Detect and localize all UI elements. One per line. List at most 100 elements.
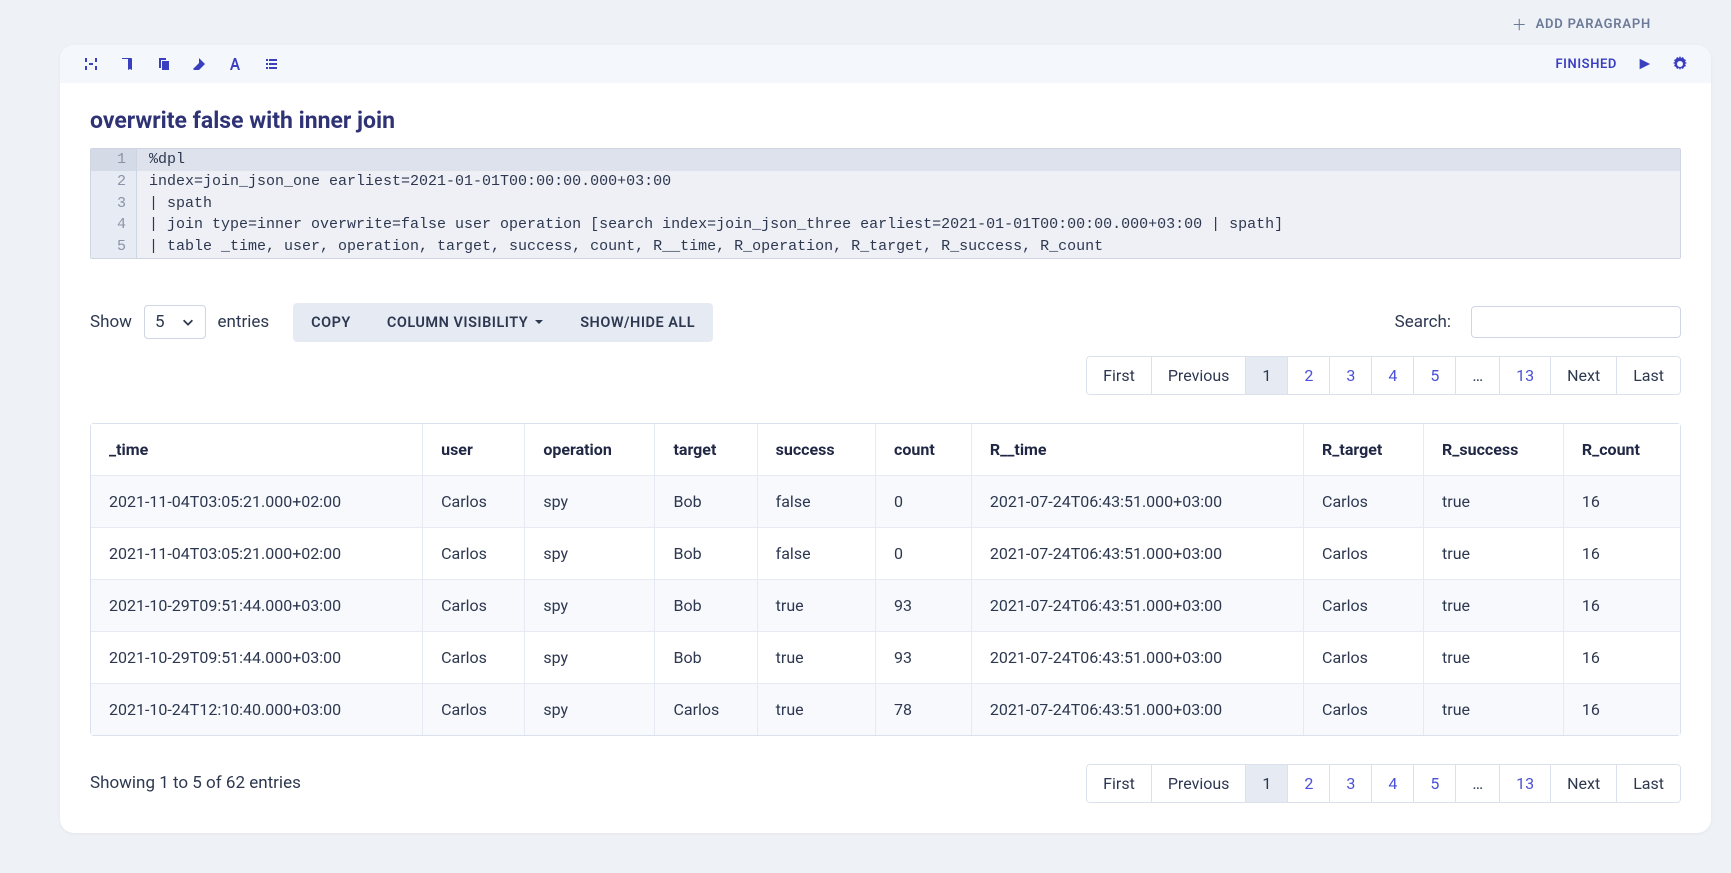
page-size-value: 5 (155, 312, 165, 332)
table-cell: Bob (655, 476, 757, 528)
eraser-icon[interactable] (190, 55, 208, 73)
table-cell: Bob (655, 528, 757, 580)
pager-next[interactable]: Next (1551, 765, 1617, 802)
pager-next[interactable]: Next (1551, 357, 1617, 394)
pager-bottom: FirstPrevious12345…13NextLast (1086, 764, 1681, 803)
show-label: Show (90, 312, 132, 332)
table-cell: 16 (1564, 528, 1680, 580)
pager-last[interactable]: Last (1617, 765, 1680, 802)
column-visibility-button[interactable]: COLUMN VISIBILITY (369, 303, 562, 342)
table-cell: spy (525, 528, 655, 580)
page-size-select[interactable]: 5 (144, 305, 206, 339)
table-cell: Carlos (1304, 476, 1424, 528)
column-header[interactable]: _time (91, 424, 423, 476)
table-cell: 2021-10-29T09:51:44.000+03:00 (91, 632, 423, 684)
table-cell: 16 (1564, 684, 1680, 735)
table-cell: Carlos (423, 684, 525, 735)
paragraph-title: overwrite false with inner join (90, 107, 1681, 134)
table-cell: 2021-07-24T06:43:51.000+03:00 (972, 528, 1304, 580)
table-cell: Carlos (423, 580, 525, 632)
entries-label: entries (218, 312, 270, 332)
pager-last[interactable]: Last (1617, 357, 1680, 394)
table-cell: true (1424, 580, 1564, 632)
paragraph-card: FINISHED overwrite false with inner join… (60, 45, 1711, 833)
add-paragraph-label: ADD PARAGRAPH (1536, 17, 1651, 32)
copy-icon[interactable] (154, 55, 172, 73)
table-cell: Carlos (423, 476, 525, 528)
gear-icon[interactable] (1671, 55, 1689, 73)
font-icon[interactable] (226, 55, 244, 73)
column-header[interactable]: R__time (972, 424, 1304, 476)
column-header[interactable]: operation (525, 424, 655, 476)
collapse-icon[interactable] (82, 55, 100, 73)
table-cell: Carlos (423, 528, 525, 580)
table-cell: Carlos (1304, 528, 1424, 580)
column-header[interactable]: success (758, 424, 876, 476)
table-cell: 93 (876, 580, 972, 632)
table-cell: false (758, 476, 876, 528)
table-cell: 2021-10-29T09:51:44.000+03:00 (91, 580, 423, 632)
pager-top: FirstPrevious12345…13NextLast (1086, 356, 1681, 395)
pager-first[interactable]: First (1087, 765, 1152, 802)
run-icon[interactable] (1635, 55, 1653, 73)
pager-first[interactable]: First (1087, 357, 1152, 394)
list-icon[interactable] (262, 55, 280, 73)
table-row: 2021-10-29T09:51:44.000+03:00CarlosspyBo… (91, 580, 1680, 632)
table-cell: Bob (655, 632, 757, 684)
pager-page-5[interactable]: 5 (1414, 765, 1456, 802)
add-paragraph-button[interactable]: ＋ ADD PARAGRAPH (1512, 14, 1651, 35)
column-header[interactable]: count (876, 424, 972, 476)
column-header[interactable]: R_count (1564, 424, 1680, 476)
pager-previous[interactable]: Previous (1152, 765, 1247, 802)
search-label: Search: (1395, 312, 1451, 332)
column-header[interactable]: user (423, 424, 525, 476)
table-cell: true (758, 684, 876, 735)
table-row: 2021-10-29T09:51:44.000+03:00CarlosspyBo… (91, 632, 1680, 684)
table-cell: 16 (1564, 632, 1680, 684)
table-cell: 2021-07-24T06:43:51.000+03:00 (972, 632, 1304, 684)
column-header[interactable]: R_target (1304, 424, 1424, 476)
pager-page-4[interactable]: 4 (1372, 357, 1414, 394)
pager-page-13[interactable]: 13 (1500, 357, 1551, 394)
table-cell: 78 (876, 684, 972, 735)
table-cell: spy (525, 476, 655, 528)
column-header[interactable]: R_success (1424, 424, 1564, 476)
table-cell: Carlos (423, 632, 525, 684)
code-editor[interactable]: 1%dpl2index=join_json_one earliest=2021-… (90, 148, 1681, 259)
show-hide-all-button[interactable]: SHOW/HIDE ALL (562, 303, 713, 342)
table-row: 2021-11-04T03:05:21.000+02:00CarlosspyBo… (91, 476, 1680, 528)
pager-page-1[interactable]: 1 (1246, 765, 1288, 802)
pager-page-13[interactable]: 13 (1500, 765, 1551, 802)
table-cell: 2021-07-24T06:43:51.000+03:00 (972, 580, 1304, 632)
table-cell: 16 (1564, 476, 1680, 528)
table-row: 2021-11-04T03:05:21.000+02:00CarlosspyBo… (91, 528, 1680, 580)
table-cell: spy (525, 684, 655, 735)
pager-ellipsis: … (1456, 357, 1500, 394)
table-cell: Carlos (1304, 580, 1424, 632)
pager-previous[interactable]: Previous (1152, 357, 1247, 394)
table-cell: true (1424, 528, 1564, 580)
pager-page-2[interactable]: 2 (1288, 765, 1330, 802)
table-cell: 2021-10-24T12:10:40.000+03:00 (91, 684, 423, 735)
copy-button[interactable]: COPY (293, 303, 369, 342)
pager-page-3[interactable]: 3 (1330, 765, 1372, 802)
pager-page-1[interactable]: 1 (1246, 357, 1288, 394)
table-cell: true (758, 632, 876, 684)
chevron-down-icon (181, 315, 195, 329)
pager-page-2[interactable]: 2 (1288, 357, 1330, 394)
table-cell: 93 (876, 632, 972, 684)
results-table: _timeuseroperationtargetsuccesscountR__t… (90, 423, 1681, 736)
table-cell: 16 (1564, 580, 1680, 632)
table-cell: true (1424, 476, 1564, 528)
table-cell: Carlos (1304, 632, 1424, 684)
pager-page-4[interactable]: 4 (1372, 765, 1414, 802)
column-header[interactable]: target (655, 424, 757, 476)
pager-page-3[interactable]: 3 (1330, 357, 1372, 394)
pager-page-5[interactable]: 5 (1414, 357, 1456, 394)
table-cell: Bob (655, 580, 757, 632)
book-icon[interactable] (118, 55, 136, 73)
table-cell: Carlos (1304, 684, 1424, 735)
table-cell: spy (525, 632, 655, 684)
search-input[interactable] (1471, 306, 1681, 338)
table-cell: true (1424, 684, 1564, 735)
